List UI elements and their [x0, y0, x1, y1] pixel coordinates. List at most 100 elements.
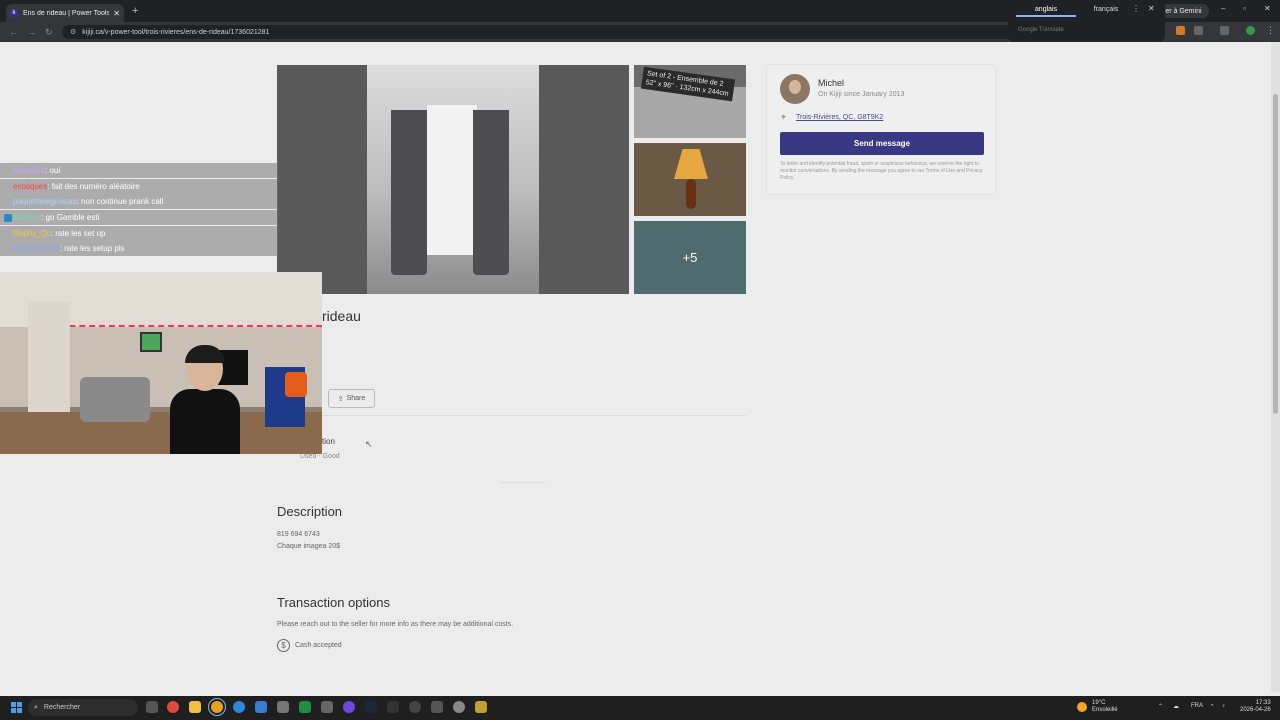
windows-start-icon[interactable] — [11, 702, 22, 713]
chrome-icon[interactable] — [208, 698, 226, 716]
chat-username: Raphy_Qc — [13, 228, 51, 238]
wifi-icon[interactable]: ◔ — [1210, 703, 1214, 709]
photo-thumbnail-2[interactable] — [634, 143, 746, 216]
translate-popup: anglais français ⋮ ✕ Google Translate — [1008, 0, 1165, 42]
transaction-note: Please reach out to the seller for more … — [277, 621, 514, 628]
reload-icon[interactable]: ↻ — [45, 27, 53, 38]
url-text: kijiji.ca/v-power-tool/trois-rivieres/en… — [82, 28, 270, 36]
app-icon-7[interactable] — [475, 701, 487, 713]
listing-title: rideau — [322, 308, 361, 324]
app-icon-3[interactable] — [343, 701, 355, 713]
seller-location-link[interactable]: Trois-Rivières, QC, G8T9K2 — [796, 114, 883, 121]
chat-username: exotiques — [13, 181, 48, 191]
app-icon-6[interactable] — [453, 701, 465, 713]
send-message-button[interactable]: Send message — [780, 132, 984, 155]
webcam-door — [28, 302, 70, 422]
settings-icon[interactable] — [277, 701, 289, 713]
chat-username: leboss34 — [13, 166, 46, 175]
edge-icon[interactable] — [233, 701, 245, 713]
message-disclaimer: To deter and identify potential fraud, s… — [780, 161, 983, 181]
store-icon[interactable] — [321, 701, 333, 713]
chat-dot-icon — [4, 183, 10, 190]
description-line-2: Chaque imagea 20$ — [277, 543, 341, 550]
windows-taskbar: ⌕ Rechercher 19°C Ensoleillé ⌃ ☁ FRA ◔ ♪ … — [0, 696, 1280, 720]
sidepanel-icon[interactable] — [1220, 26, 1229, 35]
chat-dot-icon — [4, 230, 10, 237]
taskbar-clock[interactable]: 17:33 2026-04-26 — [1240, 700, 1271, 714]
excel-icon[interactable] — [299, 701, 311, 713]
back-icon[interactable]: ← — [9, 27, 18, 37]
translate-tab-target[interactable]: français — [1076, 4, 1136, 17]
chat-message: Raznoy: go Gamble esti — [0, 210, 278, 226]
share-label: Share — [346, 395, 366, 402]
translate-menu-icon[interactable]: ⋮ — [1132, 4, 1140, 13]
main-listing-photo[interactable] — [277, 65, 629, 294]
close-window-icon[interactable]: ✕ — [1264, 4, 1271, 13]
maximize-icon[interactable]: ▫ — [1243, 4, 1246, 13]
translate-close-icon[interactable]: ✕ — [1148, 4, 1155, 13]
webcam-toy — [285, 372, 307, 397]
lamp-shade — [674, 149, 708, 179]
photo-curtain-right — [473, 110, 509, 275]
app-icon-1[interactable] — [167, 701, 179, 713]
obs-icon[interactable] — [409, 701, 421, 713]
chat-message: leboss34: oui — [0, 163, 278, 178]
location-pin-icon: ⌖ — [781, 112, 787, 122]
browser-menu-icon[interactable]: ⋮ — [1266, 25, 1275, 35]
language-indicator[interactable]: FRA — [1191, 703, 1203, 709]
chat-username: paquettelegrostas — [13, 197, 77, 207]
taskbar-search[interactable]: ⌕ Rechercher — [28, 699, 138, 716]
task-view-icon[interactable] — [146, 701, 158, 713]
tray-app-icon[interactable]: ☁ — [1173, 703, 1179, 710]
steam-icon[interactable] — [365, 701, 377, 713]
chat-dot-icon — [4, 245, 10, 252]
share-button[interactable]: ⇪ Share — [328, 389, 375, 408]
seller-name[interactable]: Michel — [818, 78, 844, 88]
site-info-icon[interactable]: ⚙ — [70, 28, 76, 36]
file-explorer-icon[interactable] — [189, 701, 201, 713]
chat-text: : fait des numéro aléatoire — [47, 181, 140, 191]
translate-footer: Google Translate — [1018, 27, 1064, 33]
extension-icon[interactable] — [1176, 26, 1185, 35]
photo-curtain-left — [391, 110, 427, 275]
photo-thumbnail-1[interactable]: Set of 2 - Ensemble de 2 52" x 96" · 132… — [634, 65, 746, 138]
chat-text: : oui — [45, 166, 61, 175]
forward-icon[interactable]: → — [27, 27, 36, 37]
translate-tab-source[interactable]: anglais — [1016, 4, 1076, 17]
tray-chevron-icon[interactable]: ⌃ — [1158, 703, 1163, 710]
transaction-heading: Transaction options — [277, 595, 390, 610]
chat-username: ludovick2713 — [13, 244, 60, 254]
minimize-icon[interactable]: – — [1221, 4, 1225, 13]
weather-desc: Ensoleillé — [1092, 707, 1118, 713]
page-scrollbar[interactable] — [1271, 42, 1280, 692]
description-heading: Description — [277, 504, 343, 519]
profile-avatar[interactable] — [1246, 26, 1255, 35]
chat-message: exotiques: fait des numéro aléatoire — [0, 178, 278, 194]
taskbar-search-label: Rechercher — [43, 704, 81, 711]
thumbnail-size-label: Set of 2 - Ensemble de 2 52" x 96" · 132… — [640, 66, 735, 102]
stream-chat-overlay: leboss34: oui exotiques: fait des numéro … — [0, 163, 322, 257]
url-field[interactable]: ⚙ kijiji.ca/v-power-tool/trois-rivieres/… — [62, 25, 1102, 39]
scrollbar-thumb[interactable] — [1273, 94, 1278, 414]
webcam-streamer — [170, 345, 240, 454]
translate-lang-tabs: anglais français — [1016, 4, 1136, 17]
kijiji-favicon-icon: k — [10, 9, 18, 17]
chat-username: Raznoy — [14, 213, 42, 223]
close-tab-icon[interactable]: ✕ — [113, 9, 120, 18]
chat-dot-icon — [4, 198, 10, 205]
weather-widget[interactable]: 19°C Ensoleillé — [1077, 700, 1118, 714]
extensions-puzzle-icon[interactable] — [1194, 26, 1203, 35]
app-icon-2[interactable] — [255, 701, 267, 713]
new-tab-button[interactable]: + — [132, 5, 138, 17]
seller-since: On Kijiji since January 2013 — [818, 91, 905, 98]
volume-icon[interactable]: ♪ — [1222, 703, 1225, 709]
section-divider — [500, 482, 546, 483]
photo-thumbnail-more[interactable]: +5 — [634, 221, 746, 294]
browser-tab-active[interactable]: k Ens de rideau | Power Tools | Tr ✕ — [6, 4, 124, 22]
condition-label: tion — [322, 437, 335, 446]
seller-avatar[interactable] — [780, 74, 810, 104]
app-icon-4[interactable] — [387, 701, 399, 713]
seller-card: Michel On Kijiji since January 2013 ⌖ Tr… — [766, 64, 996, 195]
webcam-couch — [80, 377, 150, 422]
app-icon-5[interactable] — [431, 701, 443, 713]
